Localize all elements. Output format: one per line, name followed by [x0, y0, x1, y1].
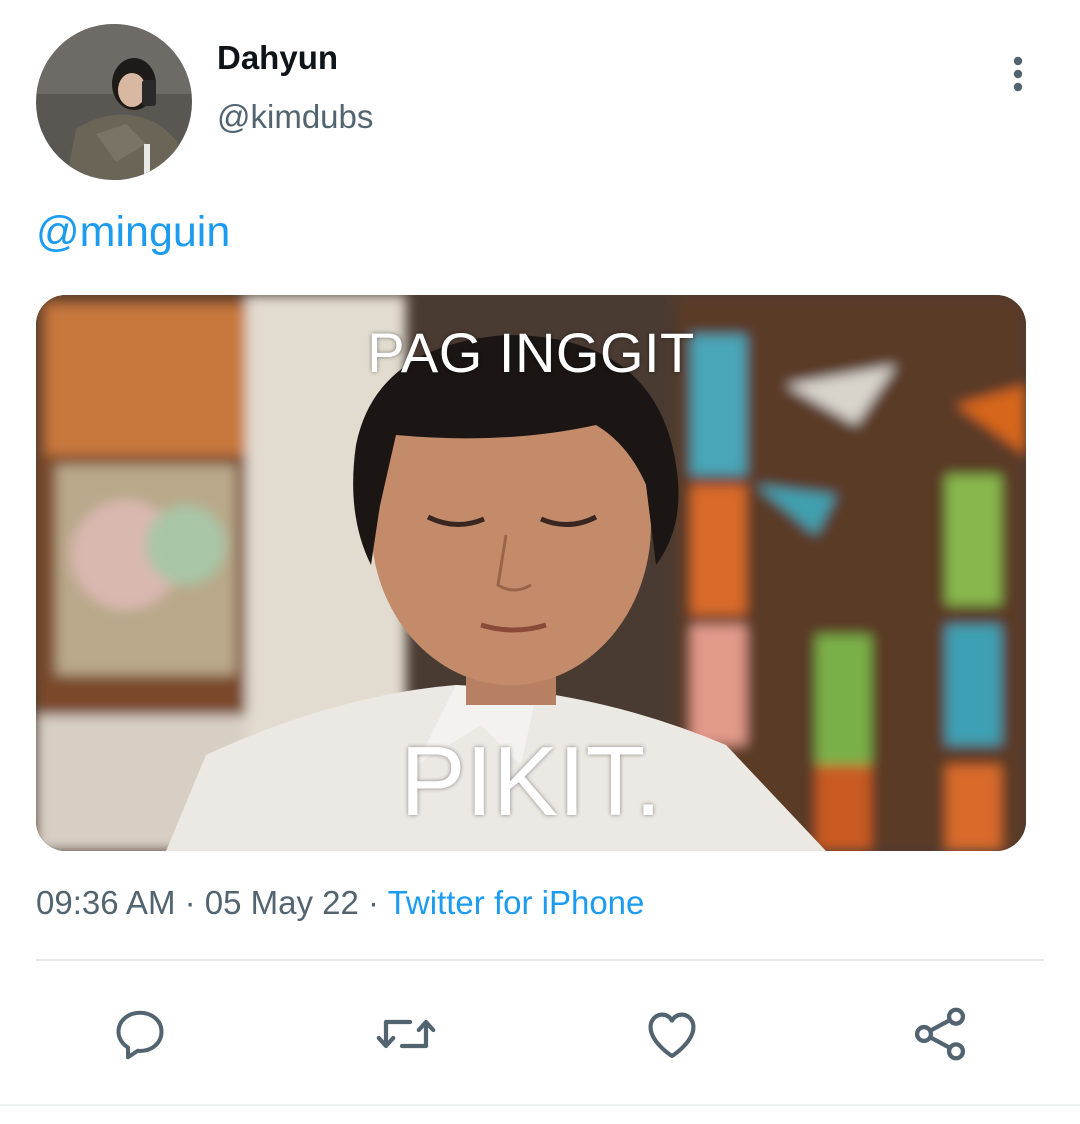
like-button[interactable] [640, 1002, 704, 1066]
tweet-date: 05 May 22 [204, 884, 359, 921]
meme-caption-bottom: PIKIT. [400, 726, 662, 836]
divider [36, 959, 1044, 961]
avatar-photo [36, 24, 192, 180]
share-icon [914, 1007, 966, 1061]
tweet-media[interactable]: PAG INGGIT PIKIT. [36, 295, 1026, 851]
more-options-button[interactable] [996, 52, 1040, 96]
meta-separator: · [358, 884, 388, 921]
meme-caption-top: PAG INGGIT [367, 321, 695, 384]
tweet-time: 09:36 AM [36, 884, 176, 921]
reply-button[interactable] [108, 1002, 172, 1066]
retweet-button[interactable] [374, 1002, 438, 1066]
mention-link[interactable]: @minguin [36, 208, 230, 256]
meta-separator: · [175, 884, 205, 921]
bottom-divider [0, 1104, 1080, 1106]
display-name[interactable]: Dahyun [217, 38, 338, 78]
avatar[interactable] [36, 24, 192, 180]
tweet-source-link[interactable]: Twitter for iPhone [388, 884, 645, 921]
more-vertical-icon [1013, 56, 1023, 92]
user-handle[interactable]: @kimdubs [217, 97, 373, 137]
share-button[interactable] [908, 1002, 972, 1066]
like-icon [648, 1012, 696, 1059]
retweet-icon [376, 1019, 436, 1049]
reply-icon [116, 1010, 164, 1060]
tweet-meta: 09:36 AM · 05 May 22 · Twitter for iPhon… [36, 883, 644, 923]
tweet-text: @minguin [36, 207, 230, 257]
